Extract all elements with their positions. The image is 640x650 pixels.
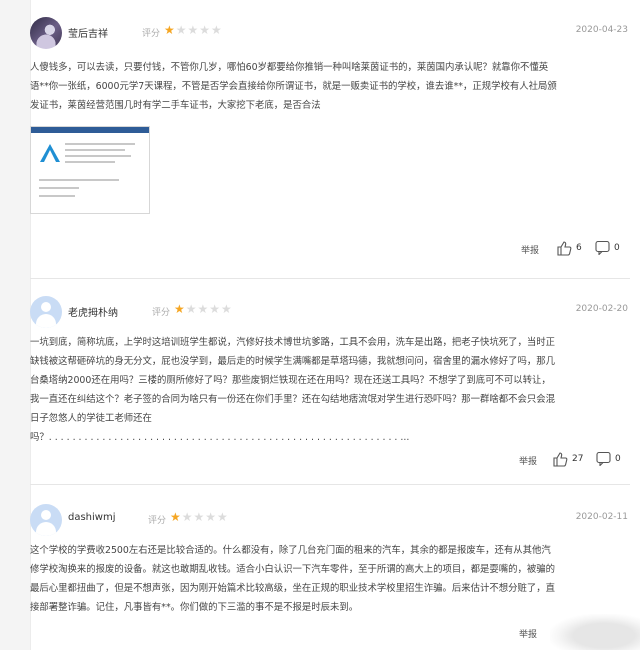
- review-text-line: 语**你一张纸，6000元学7天课程，不管是否学会直接给你所谓证书，就是一贩卖证…: [30, 81, 557, 92]
- avatar[interactable]: [30, 504, 62, 536]
- avatar[interactable]: [30, 296, 62, 328]
- review-card: dashiwmj 评分 ★★★★★ 2020-02-11 这个学校的学费收250…: [30, 504, 630, 617]
- divider: [30, 278, 630, 279]
- divider: [30, 484, 630, 485]
- star-rating: ★★★★★: [174, 302, 233, 316]
- report-button[interactable]: 举报: [519, 454, 537, 467]
- like-count: 27: [572, 454, 584, 464]
- report-button[interactable]: 举报: [521, 243, 539, 256]
- review-text: 这个学校的学费收2500左右还是比较合适的。什么都没有，除了几台充门面的租来的汽…: [30, 541, 630, 617]
- review-image-thumbnail[interactable]: [30, 126, 150, 214]
- thumbs-up-icon: [557, 241, 572, 256]
- review-text-line: 缺钱被这帮砸碎坑的身无分文，屁也没学到，最后走的时候学生满嘴都是草塔玛德，我就想…: [30, 356, 556, 367]
- review-text-line: 一坑到底，简称坑底，上学时这培训班学生都说，汽修好技术博世坑爹路，工具不会用，洗…: [30, 337, 556, 348]
- review-text-line: 这个学校的学费收2500左右还是比较合适的。什么都没有，除了几台充门面的租来的汽…: [30, 545, 551, 556]
- review-text: 一坑到底，简称坑底，上学时这培训班学生都说，汽修好技术博世坑爹路，工具不会用，洗…: [30, 333, 630, 447]
- rating-label: 评分: [148, 516, 167, 526]
- report-button[interactable]: 举报: [519, 627, 537, 640]
- report-label: 举报: [519, 457, 538, 467]
- review-text-line: 日子忽悠人的学徒工老师还在: [30, 413, 152, 424]
- review-text-line: 吗？. . . . . . . . . . . . . . . . . . . …: [30, 432, 410, 443]
- star-icon: ★★★★: [181, 510, 229, 524]
- avatar[interactable]: [30, 17, 62, 49]
- review-text-line: 发证书，莱茵经营范围几时有学二手车证书，大家挖下老底，是否合法: [30, 100, 321, 111]
- review-date: 2020-02-20: [575, 304, 628, 314]
- review-card: 老虎拇朴纳 评分 ★★★★★ 2020-02-20 一坑到底，简称坑底，上学时这…: [30, 296, 630, 447]
- logo-icon: [40, 144, 60, 162]
- review-date: 2020-04-23: [575, 25, 628, 35]
- like-count: 6: [576, 243, 582, 253]
- star-icon: ★: [170, 510, 182, 524]
- rating-label: 评分: [142, 29, 161, 39]
- rating-label: 评分: [152, 308, 171, 318]
- comment-icon: [596, 451, 611, 466]
- review-text-line: 我一直还在纠结这个？老子签的合同为啥只有一份还在你们手里？还在勾结地痞流氓对学生…: [30, 394, 556, 405]
- report-label: 举报: [521, 246, 540, 256]
- star-rating: ★★★★★: [170, 510, 229, 524]
- comment-count: 0: [615, 453, 621, 464]
- star-rating: ★★★★★: [164, 23, 223, 37]
- username[interactable]: 老虎拇朴纳: [68, 304, 118, 319]
- star-icon: ★★★★: [185, 302, 233, 316]
- like-button[interactable]: 6: [556, 240, 582, 256]
- report-label: 举报: [519, 630, 538, 640]
- like-button[interactable]: 27: [552, 451, 583, 467]
- comment-button[interactable]: 0: [596, 451, 621, 466]
- review-text-line: 人傻钱多，可以去读，只要付钱，不管你几岁，哪怕60岁都要给你推销一种叫啥莱茵证书…: [30, 62, 549, 73]
- username[interactable]: dashiwmj: [68, 512, 116, 523]
- review-text: 人傻钱多，可以去读，只要付钱，不管你几岁，哪怕60岁都要给你推销一种叫啥莱茵证书…: [30, 58, 630, 115]
- review-text-line: 最后心里都扭曲了，但是不想声张，因为刚开始篇术比较高级，坐在正规的职业技术学校里…: [30, 583, 556, 594]
- review-card: 莹后吉祥 评分 ★★★★★ 2020-04-23 人傻钱多，可以去读，只要付钱，…: [30, 17, 630, 115]
- comment-icon: [595, 240, 610, 255]
- review-text-line: 台桑塔纳2000还在用吗？三楼的厕所修好了吗？那些废铜烂铁现在还在用吗？现在还送…: [30, 375, 551, 386]
- watermark-smudge: [550, 614, 640, 650]
- username[interactable]: 莹后吉祥: [68, 25, 108, 40]
- star-icon: ★: [164, 23, 176, 37]
- comment-count: 0: [614, 242, 620, 253]
- star-icon: ★★★★: [175, 23, 223, 37]
- thumbs-up-icon: [553, 452, 568, 467]
- review-date: 2020-02-11: [575, 512, 628, 522]
- thumbnail-header-bar: [31, 127, 149, 133]
- comment-button[interactable]: 0: [595, 240, 620, 255]
- review-text-line: 修学校淘换来的报废的设备。就这也敢期乱收钱。适合小白认识一下汽车零件，至于所谓的…: [30, 564, 556, 575]
- review-text-line: 接部署整诈骗。记住，凡事皆有**。你们做的下三滥的事不是不报是时辰未到。: [30, 602, 359, 613]
- star-icon: ★: [174, 302, 186, 316]
